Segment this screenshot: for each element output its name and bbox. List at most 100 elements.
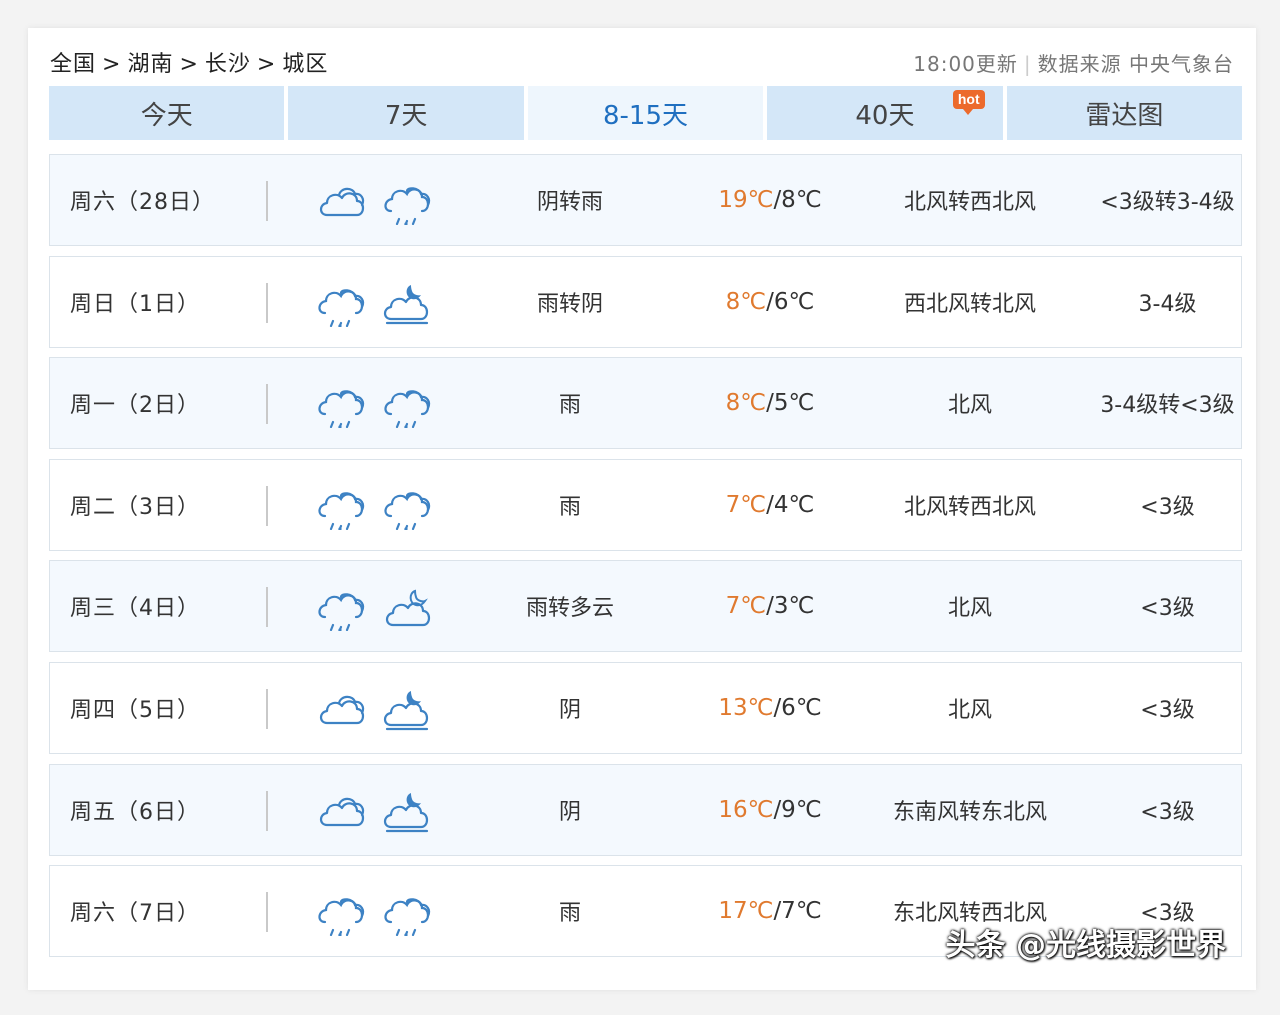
wind-level: <3级 [1140, 596, 1195, 622]
forecast-row: 周五（6日） 阴 16℃/9℃ 东南风转东北风 <3级 [49, 763, 1242, 856]
low-temp: /5℃ [766, 390, 815, 417]
rain-icon [381, 482, 433, 534]
weather-description: 阴 [558, 799, 581, 825]
cloudy-night-icon [381, 685, 433, 737]
watermark: 头条 @光线摄影世界 [945, 928, 1226, 963]
wind-direction: 北风转西北风 [903, 494, 1036, 520]
column-divider [266, 892, 268, 933]
forecast-row: 周日（1日） 雨转阴 8℃/6℃ 西北风转北风 3-4级 [49, 255, 1242, 348]
wind-level: 3-4级转<3级 [1100, 393, 1235, 419]
wind-direction: 北风 [947, 596, 992, 622]
low-temp: /6℃ [766, 288, 815, 315]
rain-icon [381, 380, 433, 432]
weather-icons [315, 380, 433, 432]
cloudy-night-icon [381, 279, 433, 331]
tab-8-15-days[interactable]: 8-15天 [527, 86, 764, 140]
cloudy-icon [315, 685, 367, 737]
low-temp: /3℃ [766, 593, 815, 620]
high-temp: 16℃ [718, 796, 774, 823]
breadcrumb-national[interactable]: 全国 [50, 52, 96, 77]
breadcrumb-changsha[interactable]: 长沙 [205, 52, 251, 77]
wind-level: <3级 [1140, 697, 1195, 723]
tab-today[interactable]: 今天 [49, 86, 285, 140]
tab-7-days[interactable]: 7天 [288, 86, 524, 140]
rain-icon [315, 380, 367, 432]
wind-direction: 北风 [947, 393, 992, 419]
temperature: 16℃/9℃ [690, 765, 850, 855]
temperature: 17℃/7℃ [690, 866, 850, 956]
weather-icons [315, 482, 433, 534]
update-meta: 18:00更新 | 数据来源 中央气象台 [913, 52, 1234, 76]
forecast-row: 周六（28日） 阴转雨 19℃/8℃ 北风转西北风 <3级转3-4级 [49, 154, 1242, 246]
wind-direction: 西北风转北风 [903, 291, 1036, 317]
rain-icon [381, 177, 433, 229]
breadcrumb-hunan[interactable]: 湖南 [127, 52, 173, 77]
wind-level: <3级 [1140, 799, 1195, 825]
temperature: 19℃/8℃ [690, 155, 850, 245]
wind-direction: 北风 [947, 697, 992, 723]
temperature: 8℃/6℃ [690, 257, 850, 347]
wind-direction: 北风转西北风 [903, 190, 1036, 215]
forecast-row: 周四（5日） 阴 13℃/6℃ 北风 <3级 [49, 661, 1242, 754]
partly-cloudy-night-icon [381, 583, 433, 635]
weather-description: 雨转阴 [536, 291, 603, 317]
high-temp: 17℃ [718, 898, 774, 925]
forecast-tabs: 今天 7天 8-15天 40天 hot 雷达图 [49, 86, 1243, 140]
weather-icons [315, 279, 433, 331]
forecast-day: 周六（28日） [70, 190, 215, 215]
wind-level: <3级转3-4级 [1100, 190, 1235, 215]
low-temp: /9℃ [773, 796, 822, 823]
low-temp: /4℃ [766, 491, 815, 518]
low-temp: /8℃ [773, 187, 822, 213]
rain-icon [315, 279, 367, 331]
high-temp: 8℃ [725, 288, 767, 315]
wind-level: <3级 [1140, 494, 1195, 520]
weather-icons [315, 177, 433, 229]
rain-icon [315, 888, 367, 940]
forecast-row: 周一（2日） 雨 8℃/5℃ 北风 3-4级转<3级 [49, 357, 1242, 450]
weather-icons [315, 787, 433, 839]
weather-description: 雨 [558, 494, 581, 520]
weather-icons [315, 888, 433, 940]
high-temp: 7℃ [725, 593, 767, 620]
forecast-day: 周日（1日） [70, 291, 200, 317]
column-divider [266, 790, 268, 831]
forecast-row: 周二（3日） 雨 7℃/4℃ 北风转西北风 <3级 [49, 458, 1242, 551]
column-divider [266, 384, 268, 425]
temperature: 7℃/3℃ [690, 561, 850, 651]
column-divider [266, 282, 268, 323]
forecast-day: 周四（5日） [70, 697, 200, 723]
weather-description: 阴 [558, 697, 581, 723]
column-divider [266, 688, 268, 729]
tab-40-days[interactable]: 40天 hot [767, 86, 1003, 140]
column-divider [266, 181, 268, 221]
rain-icon [381, 888, 433, 940]
column-divider [266, 485, 268, 526]
weather-description: 雨 [558, 393, 581, 419]
high-temp: 8℃ [725, 390, 767, 417]
forecast-day: 周六（7日） [70, 901, 200, 927]
forecast-day: 周一（2日） [70, 393, 200, 419]
column-divider [266, 587, 268, 628]
forecast-list: 周六（28日） 阴转雨 19℃/8℃ 北风转西北风 <3级转3-4级周日（1日） 雨转阴 8… [49, 154, 1242, 967]
weather-panel: 全国 > 湖南 > 长沙 > 城区 18:00更新 | 数据来源 中央气象台 今天 7天 8-1… [28, 28, 1256, 990]
high-temp: 7℃ [725, 491, 767, 518]
temperature: 7℃/4℃ [690, 460, 850, 550]
low-temp: /6℃ [773, 694, 822, 721]
forecast-day: 周三（4日） [70, 596, 200, 622]
update-time: 18:00更新 [913, 52, 1018, 76]
cloudy-icon [315, 177, 367, 229]
weather-description: 雨转多云 [525, 596, 614, 622]
forecast-day: 周二（3日） [70, 494, 200, 520]
low-temp: /7℃ [773, 898, 822, 925]
forecast-day: 周五（6日） [70, 799, 200, 825]
breadcrumb: 全国 > 湖南 > 长沙 > 城区 [50, 52, 329, 77]
data-source: 数据来源 中央气象台 [1037, 52, 1234, 76]
tab-radar[interactable]: 雷达图 [1006, 86, 1243, 140]
wind-level: 3-4级 [1138, 291, 1197, 317]
weather-description: 阴转雨 [536, 190, 603, 215]
cloudy-icon [315, 787, 367, 839]
wind-direction: 东南风转东北风 [892, 799, 1047, 825]
forecast-row: 周三（4日） 雨转多云 7℃/3℃ 北风 <3级 [49, 560, 1242, 653]
weather-icons [315, 583, 433, 635]
